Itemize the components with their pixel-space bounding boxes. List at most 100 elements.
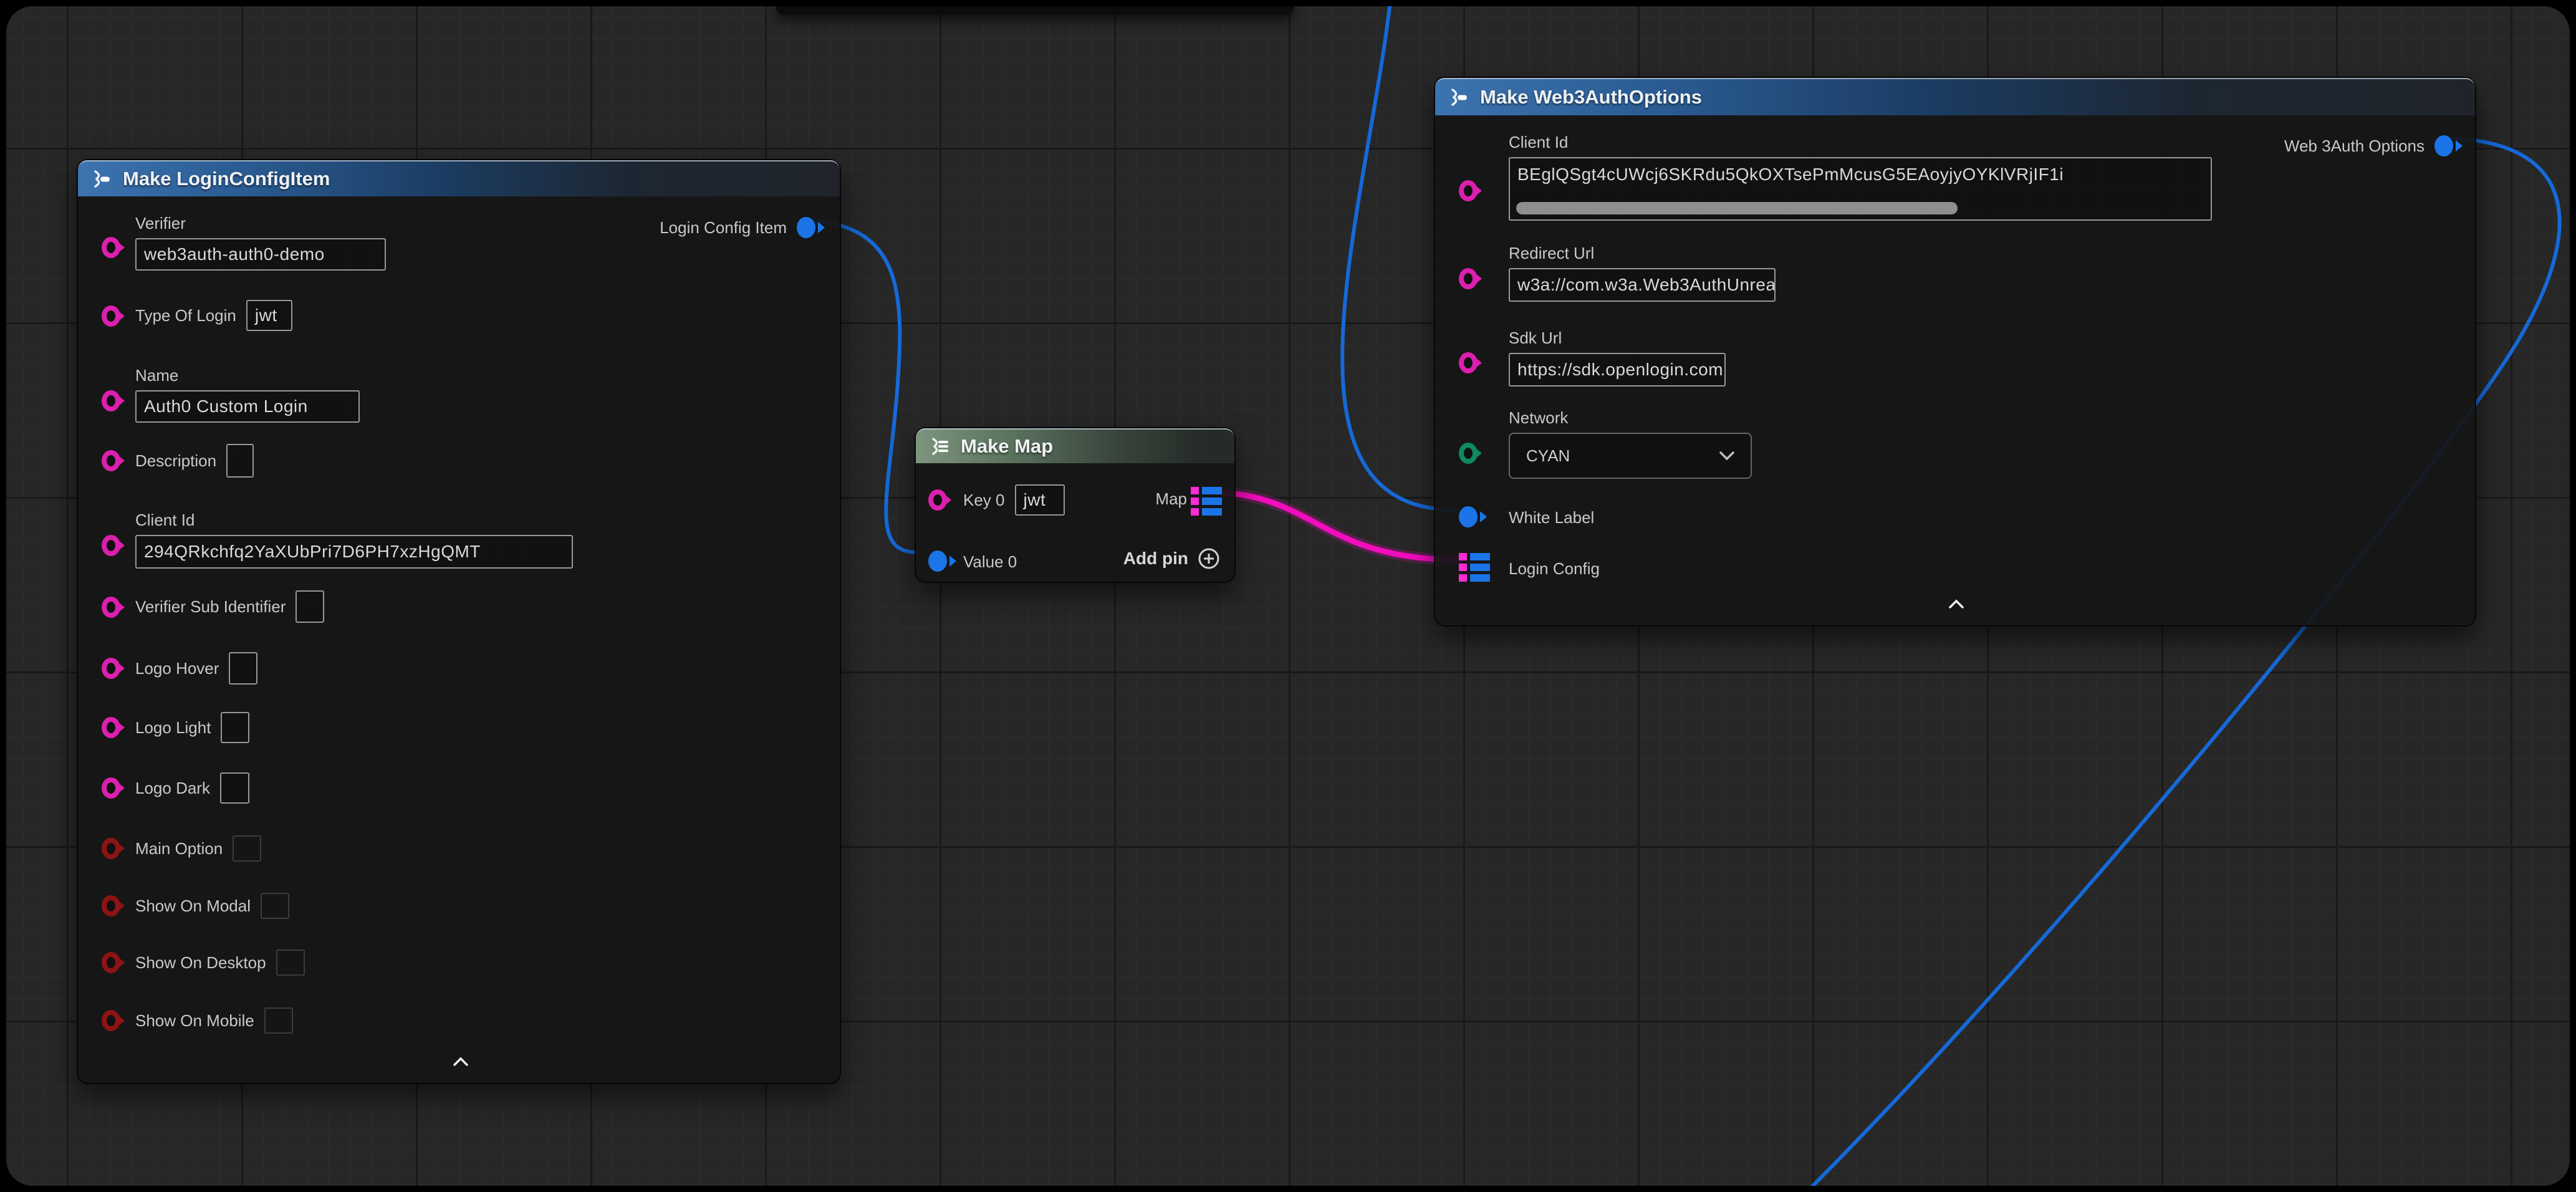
make-struct-icon bbox=[1448, 87, 1470, 107]
wire-map-to-loginconfig-glow bbox=[1216, 493, 1460, 560]
offscreen-node-bottom-edge[interactable] bbox=[776, 6, 1294, 15]
pin-label: Client Id bbox=[135, 511, 573, 530]
name-input[interactable]: Auth0 Custom Login bbox=[135, 390, 360, 423]
pin-label: Verifier Sub Identifier bbox=[135, 597, 286, 617]
input-pin-type-of-login[interactable] bbox=[102, 305, 120, 327]
row-white-label: White Label bbox=[1509, 508, 1594, 527]
input-pin-network[interactable] bbox=[1459, 443, 1478, 464]
row-main-option: Main Option bbox=[135, 835, 261, 862]
row-logo-dark: Logo Dark bbox=[135, 772, 249, 804]
output-pin-map[interactable] bbox=[1191, 487, 1222, 516]
client-id-input[interactable]: 294QRkchfq2YaXUbPri7D6PH7xzHgQMT bbox=[135, 535, 573, 569]
node-make-map[interactable]: Make Map Key 0 jwt Map Value 0 Add pin bbox=[915, 427, 1236, 583]
output-pin-web3auth-options[interactable] bbox=[2434, 135, 2453, 156]
input-pin-client-id[interactable] bbox=[1459, 180, 1478, 201]
client-id-input[interactable]: BEglQSgt4cUWcj6SKRdu5QkOXTsePmMcusG5EAoy… bbox=[1509, 157, 2212, 221]
pin-label: Description bbox=[135, 451, 216, 471]
main-option-checkbox[interactable] bbox=[233, 835, 261, 862]
pin-label: Main Option bbox=[135, 839, 223, 858]
redirect-url-input[interactable]: w3a://com.w3a.Web3AuthUnreal bbox=[1509, 268, 1776, 302]
pin-label: Client Id bbox=[1509, 133, 2212, 152]
input-pin-logo-hover[interactable] bbox=[102, 658, 120, 679]
sdk-url-value: https://sdk.openlogin.com bbox=[1517, 360, 1723, 380]
output-row-login-config-item: Login Config Item bbox=[660, 217, 815, 238]
node-make-web3authoptions[interactable]: Make Web3AuthOptions Web 3Auth Options C… bbox=[1434, 77, 2476, 627]
client-id-scrollbar[interactable] bbox=[1516, 202, 1958, 214]
field-network: Network CYAN bbox=[1509, 408, 1752, 479]
name-value: Auth0 Custom Login bbox=[144, 397, 308, 416]
add-pin-button[interactable]: Add pin bbox=[1123, 547, 1221, 570]
node-header-make-loginconfigitem[interactable]: Make LoginConfigItem bbox=[78, 160, 840, 196]
client-id-value: 294QRkchfq2YaXUbPri7D6PH7xzHgQMT bbox=[144, 542, 481, 562]
pin-label: Login Config bbox=[1509, 559, 1600, 579]
field-client-id: Client Id BEglQSgt4cUWcj6SKRdu5QkOXTsePm… bbox=[1509, 133, 2212, 221]
node-header-make-map[interactable]: Make Map bbox=[916, 428, 1234, 463]
pin-label: Verifier bbox=[135, 214, 386, 233]
input-pin-description[interactable] bbox=[102, 450, 120, 471]
node-title: Make LoginConfigItem bbox=[123, 168, 330, 190]
show-on-mobile-checkbox[interactable] bbox=[264, 1007, 293, 1034]
input-pin-client-id[interactable] bbox=[102, 535, 120, 556]
type-of-login-value: jwt bbox=[255, 305, 277, 325]
row-value0: Value 0 bbox=[963, 552, 1017, 572]
row-key0: Key 0 jwt bbox=[963, 484, 1065, 516]
logo-dark-input[interactable] bbox=[220, 772, 249, 804]
chevron-down-icon bbox=[1719, 451, 1734, 461]
pin-label: Redirect Url bbox=[1509, 244, 1776, 263]
field-sdk-url: Sdk Url https://sdk.openlogin.com bbox=[1509, 329, 1726, 387]
input-pin-key0[interactable] bbox=[928, 489, 947, 511]
description-input[interactable] bbox=[226, 444, 254, 478]
input-pin-redirect-url[interactable] bbox=[1459, 268, 1478, 289]
key0-input[interactable]: jwt bbox=[1015, 484, 1065, 516]
blueprint-graph-canvas[interactable]: Make LoginConfigItem Login Config Item V… bbox=[6, 6, 2570, 1186]
add-pin-label: Add pin bbox=[1123, 549, 1188, 569]
key0-value: jwt bbox=[1024, 490, 1046, 510]
verifier-sub-identifier-input[interactable] bbox=[296, 590, 324, 623]
input-pin-logo-dark[interactable] bbox=[102, 777, 120, 799]
wire-map-to-loginconfig[interactable] bbox=[1216, 493, 1460, 560]
row-type-of-login: Type Of Login jwt bbox=[135, 300, 292, 331]
show-on-desktop-checkbox[interactable] bbox=[276, 949, 305, 976]
input-pin-login-config[interactable] bbox=[1459, 553, 1490, 582]
row-verifier-sub-identifier: Verifier Sub Identifier bbox=[135, 590, 324, 623]
input-pin-verifier-sub-identifier[interactable] bbox=[102, 597, 120, 618]
node-title: Make Web3AuthOptions bbox=[1480, 86, 1702, 108]
row-show-on-desktop: Show On Desktop bbox=[135, 949, 305, 976]
pin-label: Show On Modal bbox=[135, 896, 251, 916]
verifier-value: web3auth-auth0-demo bbox=[144, 244, 325, 264]
logo-light-input[interactable] bbox=[221, 712, 249, 743]
input-pin-logo-light[interactable] bbox=[102, 717, 120, 738]
row-logo-light: Logo Light bbox=[135, 712, 249, 743]
field-redirect-url: Redirect Url w3a://com.w3a.Web3AuthUnrea… bbox=[1509, 244, 1776, 302]
row-show-on-modal: Show On Modal bbox=[135, 893, 289, 919]
verifier-input[interactable]: web3auth-auth0-demo bbox=[135, 238, 386, 271]
pin-label: Logo Light bbox=[135, 718, 211, 738]
node-title: Make Map bbox=[961, 435, 1053, 458]
input-pin-sdk-url[interactable] bbox=[1459, 352, 1478, 373]
input-pin-show-on-desktop[interactable] bbox=[102, 952, 120, 973]
input-pin-value0[interactable] bbox=[928, 550, 947, 572]
input-pin-show-on-mobile[interactable] bbox=[102, 1010, 120, 1031]
network-selected-value: CYAN bbox=[1526, 446, 1570, 466]
input-pin-white-label[interactable] bbox=[1459, 506, 1478, 527]
collapse-node-chevron-icon[interactable] bbox=[453, 1057, 469, 1067]
pin-label: Web 3Auth Options bbox=[2284, 137, 2425, 156]
client-id-value: BEglQSgt4cUWcj6SKRdu5QkOXTsePmMcusG5EAoy… bbox=[1517, 165, 2064, 184]
collapse-node-chevron-icon[interactable] bbox=[1948, 599, 1964, 609]
input-pin-main-option[interactable] bbox=[102, 838, 120, 859]
node-make-loginconfigitem[interactable]: Make LoginConfigItem Login Config Item V… bbox=[77, 159, 841, 1084]
network-dropdown[interactable]: CYAN bbox=[1509, 433, 1752, 479]
field-verifier: Verifier web3auth-auth0-demo bbox=[135, 214, 386, 271]
type-of-login-input[interactable]: jwt bbox=[246, 300, 292, 331]
input-pin-name[interactable] bbox=[102, 390, 120, 411]
output-pin-login-config-item[interactable] bbox=[797, 217, 815, 238]
input-pin-show-on-modal[interactable] bbox=[102, 895, 120, 916]
node-header-make-web3authoptions[interactable]: Make Web3AuthOptions bbox=[1435, 78, 2475, 115]
pin-label: Sdk Url bbox=[1509, 329, 1726, 348]
row-description: Description bbox=[135, 444, 254, 478]
show-on-modal-checkbox[interactable] bbox=[261, 893, 289, 919]
input-pin-verifier[interactable] bbox=[102, 237, 120, 258]
pin-label: Show On Mobile bbox=[135, 1011, 254, 1031]
logo-hover-input[interactable] bbox=[229, 652, 257, 685]
sdk-url-input[interactable]: https://sdk.openlogin.com bbox=[1509, 353, 1726, 387]
